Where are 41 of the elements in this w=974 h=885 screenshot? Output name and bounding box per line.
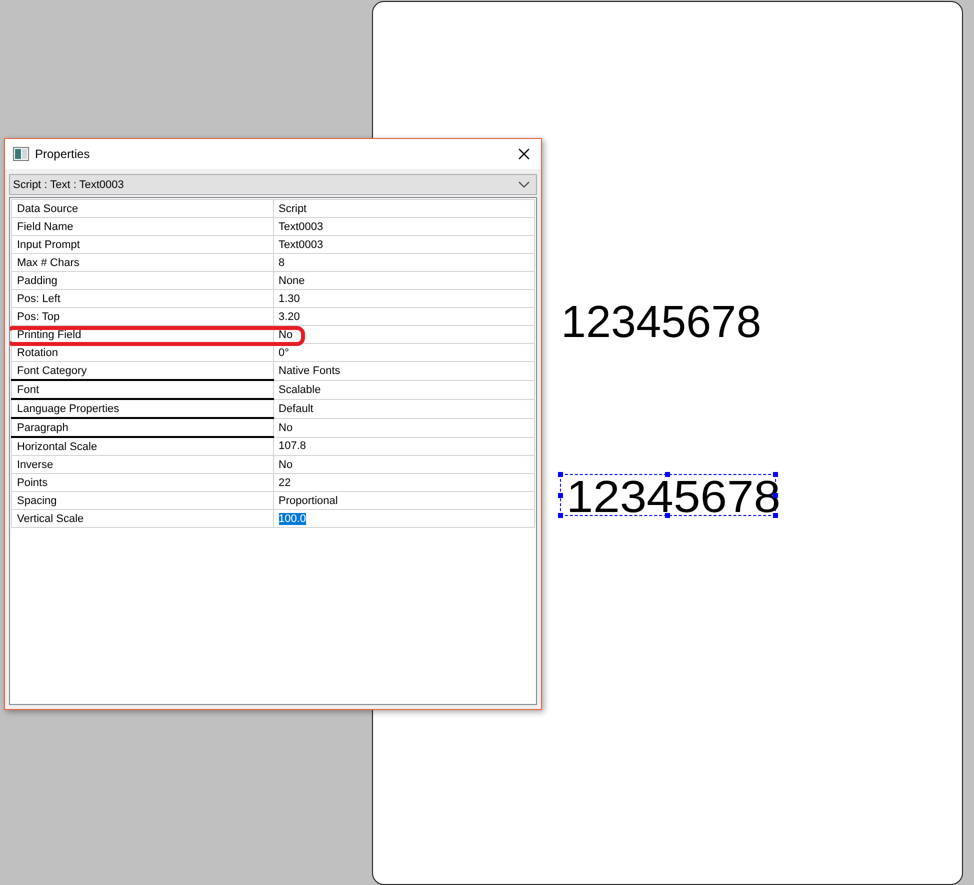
property-name: Spacing: [12, 492, 273, 510]
property-name: Horizontal Scale: [12, 437, 273, 456]
property-name: Pos: Left: [12, 290, 273, 308]
property-name: Font: [12, 380, 273, 399]
window-title: Properties: [35, 147, 91, 161]
property-value[interactable]: 3.20: [273, 308, 534, 326]
property-value[interactable]: 107.8: [273, 437, 534, 456]
property-name: Font Category: [12, 362, 273, 380]
property-value[interactable]: Script: [273, 200, 534, 218]
property-value[interactable]: No: [273, 456, 534, 474]
property-name: Field Name: [12, 218, 273, 236]
object-dropdown[interactable]: Script : Text : Text0003: [9, 174, 537, 195]
property-name: Language Properties: [12, 399, 273, 418]
property-value[interactable]: Scalable: [273, 380, 534, 399]
property-name: Pos: Top: [12, 308, 273, 326]
property-name: Vertical Scale: [12, 510, 273, 528]
property-value[interactable]: 8: [273, 254, 534, 272]
window-icon: [13, 147, 29, 161]
property-value[interactable]: 0°: [273, 344, 534, 362]
property-name: Padding: [12, 272, 273, 290]
text-field[interactable]: 12345678: [560, 474, 776, 516]
property-value[interactable]: Text0003: [273, 218, 534, 236]
property-value[interactable]: 100.0: [273, 510, 534, 528]
property-value[interactable]: Proportional: [273, 492, 534, 510]
property-value[interactable]: 22: [273, 474, 534, 492]
close-icon[interactable]: [518, 148, 530, 160]
text-field[interactable]: 12345678: [561, 300, 762, 344]
chevron-down-icon[interactable]: [518, 180, 530, 188]
property-value[interactable]: Native Fonts: [273, 362, 534, 380]
property-value[interactable]: 1.30: [273, 290, 534, 308]
property-name: Inverse: [12, 456, 273, 474]
property-name: Points: [12, 474, 273, 492]
property-value[interactable]: No: [273, 418, 534, 437]
property-value[interactable]: Default: [273, 399, 534, 418]
property-value[interactable]: None: [273, 272, 534, 290]
property-value[interactable]: Text0003: [273, 236, 534, 254]
property-name: Rotation: [12, 344, 273, 362]
property-name: Input Prompt: [12, 236, 273, 254]
property-name: Paragraph: [12, 418, 273, 437]
property-name: Max # Chars: [12, 254, 273, 272]
property-name: Data Source: [12, 200, 273, 218]
